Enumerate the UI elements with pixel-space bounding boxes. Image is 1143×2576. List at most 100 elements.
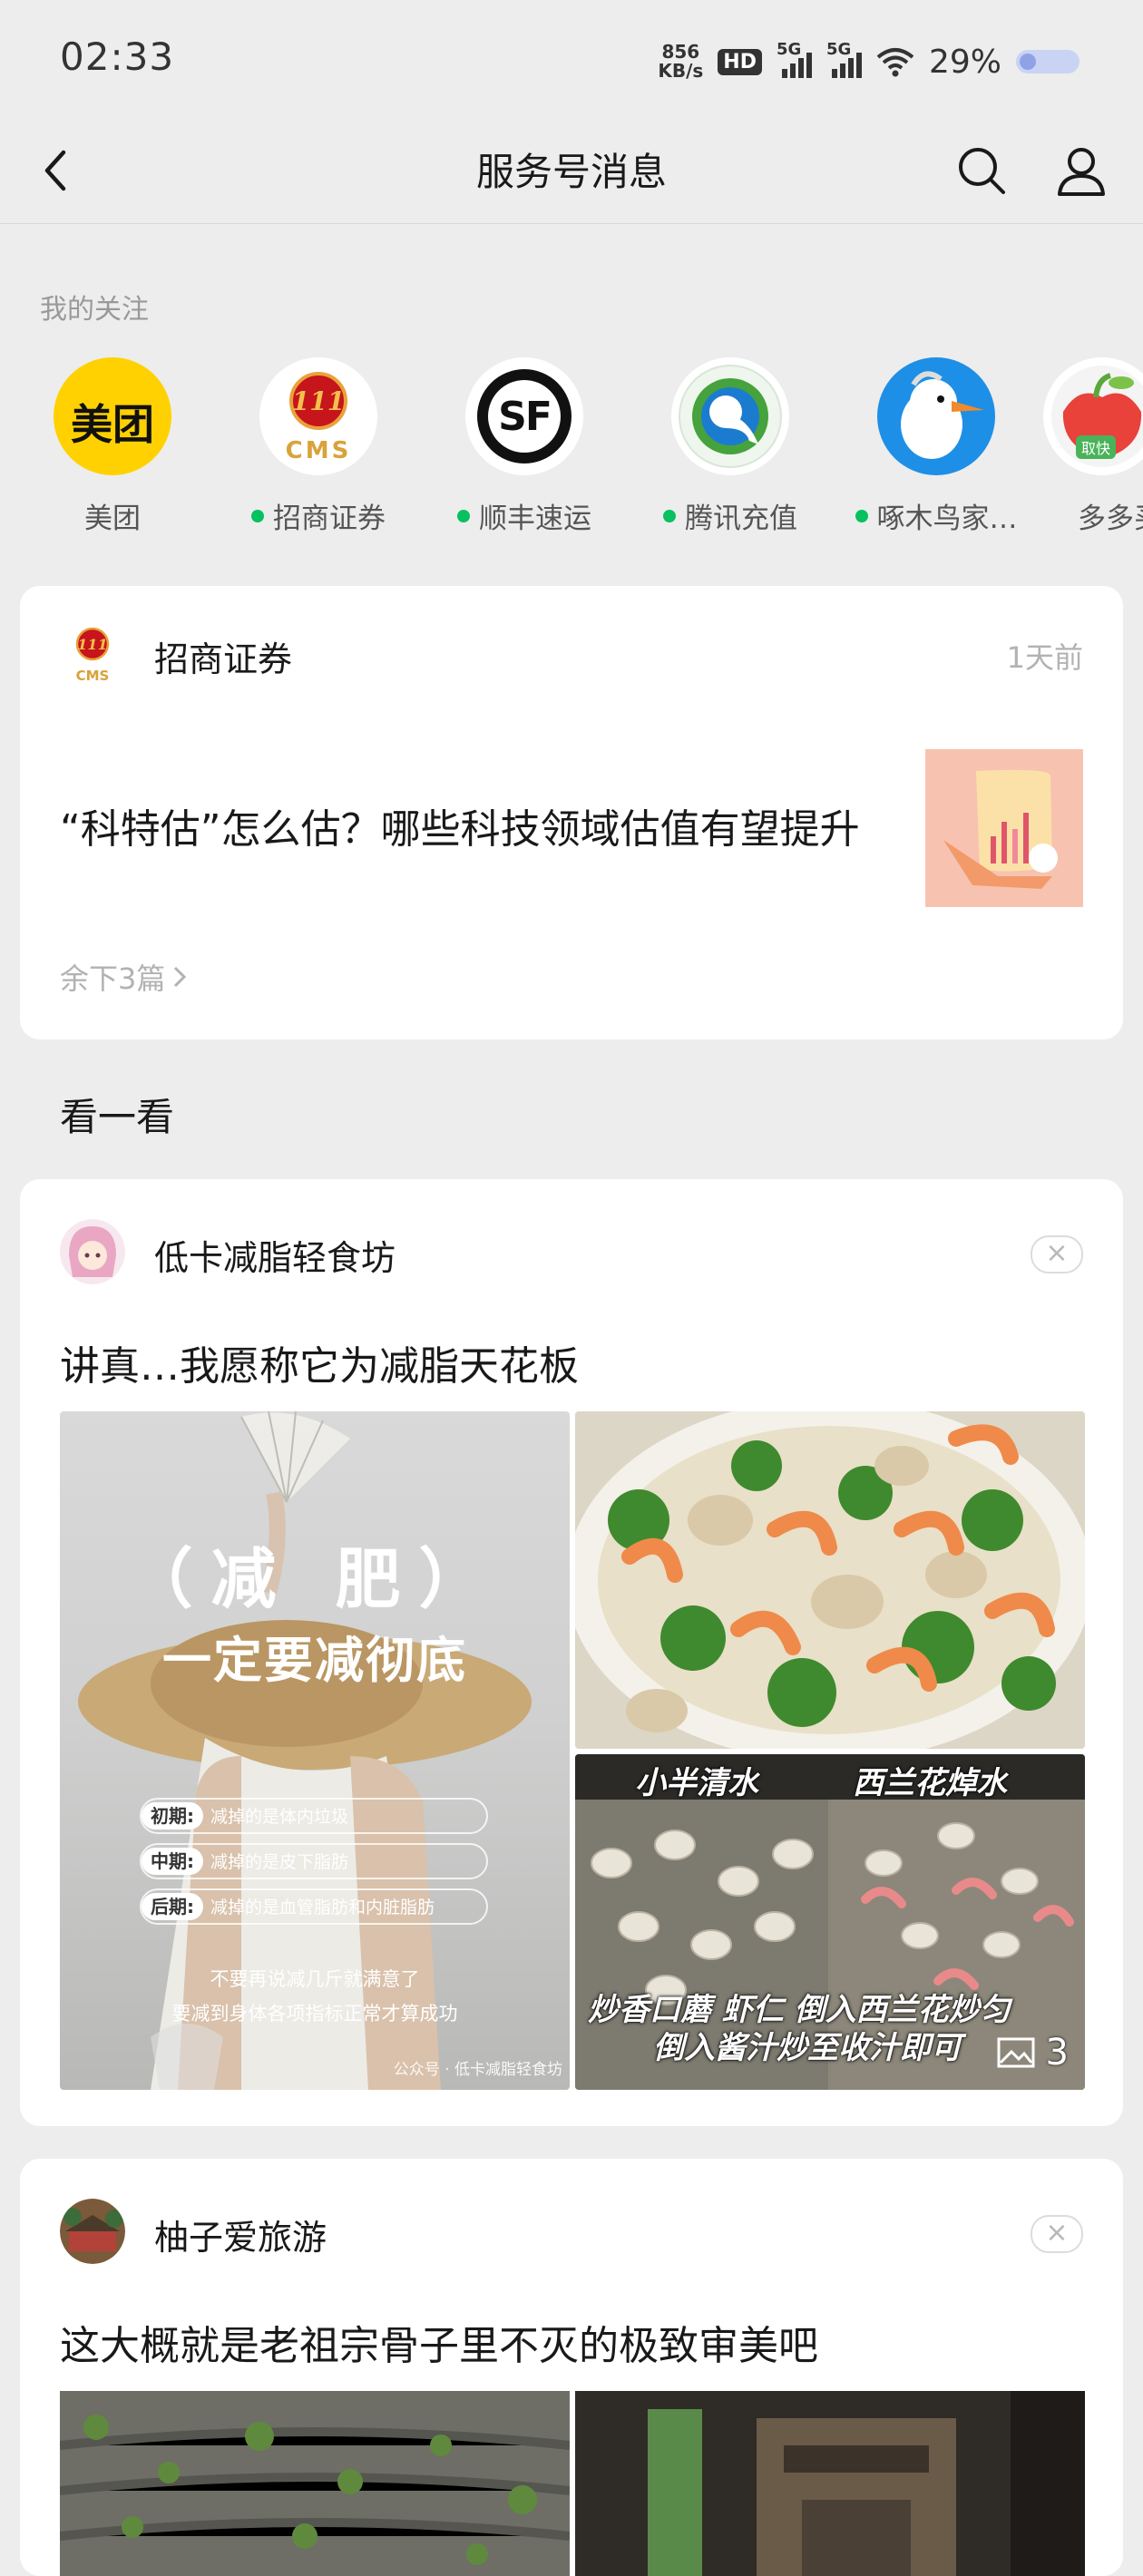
more-articles-link[interactable]: 余下3篇 — [60, 956, 189, 998]
signal-label: 5G — [776, 40, 802, 59]
anime-girl-avatar-icon — [60, 1219, 125, 1284]
tencent-recharge-icon — [679, 365, 782, 468]
headline-1: （减 肥） — [127, 1541, 503, 1617]
shrimp-broccoli-dish-illustration — [575, 1411, 1085, 1749]
svg-text:CMS: CMS — [76, 668, 110, 684]
report-chart-illustration — [925, 749, 1083, 907]
account-tencent-recharge[interactable]: 腾讯充值 — [630, 357, 830, 536]
dismiss-button[interactable]: × — [1031, 1235, 1083, 1273]
section-title: 看一看 — [60, 1095, 175, 1139]
image-count-value: 3 — [1045, 2032, 1069, 2073]
account-name[interactable]: 低卡减脂轻食坊 — [154, 1230, 396, 1280]
profile-icon[interactable] — [1052, 141, 1110, 200]
account-woodpecker[interactable]: 啄木鸟家… — [836, 357, 1036, 536]
message-time: 1天前 — [1006, 640, 1083, 675]
headline-2: 一定要减彻底 — [162, 1632, 467, 1689]
close-icon: × — [1045, 1237, 1069, 1269]
stage-pill-1: 初期: 减掉的是体内垃圾 — [140, 1798, 488, 1834]
account-duoduo[interactable]: 取快 多多买 — [1043, 357, 1143, 536]
signal-label-2: 5G — [826, 40, 852, 59]
temple-photo-avatar-icon — [60, 2199, 125, 2264]
more-articles-label: 余下3篇 — [60, 961, 166, 996]
diet-avatar — [60, 1219, 125, 1284]
account-name[interactable]: 招商证券 — [154, 631, 292, 681]
post-image-1[interactable] — [60, 2391, 570, 2576]
post-image-3[interactable]: 小半清水 西兰花焯水 炒香口蘑 虾仁 倒入西兰花炒匀 倒入酱汁炒至收汁即可 3 — [575, 1754, 1085, 2090]
cms-small-avatar: 111 CMS — [60, 620, 125, 686]
cms-logo-text: CMS — [285, 437, 352, 464]
article-thumbnail[interactable] — [925, 749, 1083, 907]
post-image-2[interactable] — [575, 1411, 1085, 1749]
close-icon: × — [1045, 2217, 1069, 2249]
svg-text:111: 111 — [292, 386, 345, 416]
dismiss-button[interactable]: × — [1031, 2215, 1083, 2253]
account-cms[interactable]: 111 CMS 招商证券 — [219, 357, 418, 536]
duoduo-avatar: 取快 — [1043, 357, 1143, 475]
message-card-cms[interactable]: 111 CMS 招商证券 1天前 “科特估”怎么估？哪些科技领域估值有望提升 余… — [20, 586, 1123, 1039]
cms-avatar: 111 CMS — [259, 357, 377, 475]
svg-text:111: 111 — [77, 636, 107, 653]
nav-bar: 服务号消息 — [0, 118, 1143, 224]
battery-percent: 29% — [928, 43, 1001, 81]
chevron-right-icon — [174, 966, 187, 988]
pdd-logo-text: 取快 — [1076, 435, 1117, 459]
followed-accounts-row: 美团 美团 111 CMS 招商证券 SF 顺丰速运 腾讯充值 啄木鸟家… 取快… — [0, 357, 1143, 548]
follow-section-label: 我的关注 — [40, 294, 149, 326]
stage-pill-3: 后期: 减掉的是血管脂肪和内脏脂肪 — [140, 1888, 488, 1925]
account-sf[interactable]: SF 顺丰速运 — [425, 357, 624, 536]
online-dot — [663, 509, 676, 522]
step-caption-4: 倒入酱汁炒至收汁即可 — [653, 2030, 962, 2066]
stage-tag: 初期: — [142, 1802, 203, 1830]
clock: 02:33 — [60, 34, 175, 79]
roof-tiles-illustration — [60, 2391, 570, 2576]
step-caption-2: 西兰花焯水 — [853, 1765, 1007, 1801]
wifi-icon — [876, 48, 914, 77]
woodpecker-avatar — [877, 357, 995, 475]
online-dot — [457, 509, 470, 522]
search-icon[interactable] — [952, 141, 1011, 200]
recommend-card-travel[interactable]: 柚子爱旅游 × 这大概就是老祖宗骨子里不灭的极致审美吧 — [20, 2159, 1123, 2576]
account-name: 美团 — [84, 503, 141, 535]
account-name: 多多买 — [1078, 503, 1143, 535]
account-name: 招商证券 — [273, 503, 386, 535]
tencent-avatar — [671, 357, 789, 475]
post-image-2[interactable] — [575, 2391, 1085, 2576]
sf-avatar: SF — [465, 357, 583, 475]
account-name[interactable]: 柚子爱旅游 — [154, 2210, 327, 2259]
signal-icon: 5G — [777, 40, 812, 78]
article-title[interactable]: “科特估”怎么估？哪些科技领域估值有望提升 — [60, 796, 860, 854]
post-title[interactable]: 讲真…我愿称它为减脂天花板 — [60, 1333, 579, 1391]
woodpecker-bird-icon — [901, 371, 984, 459]
image-count: 3 — [997, 2032, 1069, 2073]
meituan-logo-text: 美团 — [71, 400, 154, 449]
stage-text: 减掉的是体内垃圾 — [210, 1807, 349, 1827]
temple-building-illustration — [575, 2391, 1085, 2576]
account-name: 啄木鸟家… — [876, 503, 1018, 535]
network-speed-unit: KB/s — [658, 60, 704, 82]
battery-icon — [1016, 50, 1080, 73]
post-title[interactable]: 这大概就是老祖宗骨子里不灭的极致审美吧 — [60, 2313, 818, 2371]
stage-tag: 后期: — [142, 1893, 203, 1920]
stage-pill-2: 中期: 减掉的是皮下脂肪 — [140, 1843, 488, 1879]
network-speed-value: 856 — [661, 41, 700, 63]
stage-tag: 中期: — [142, 1848, 203, 1875]
online-dot — [855, 509, 868, 522]
online-dot — [251, 509, 264, 522]
watermark: 公众号 · 低卡减脂轻食坊 — [393, 2061, 562, 2079]
status-icons: 856 KB/s HD 5G 5G 29% — [658, 34, 1080, 89]
image-footer-2: 要减到身体各项指标正常才算成功 — [171, 2003, 458, 2025]
hd-icon: HD — [718, 48, 762, 75]
image-stack-icon — [997, 2037, 1035, 2068]
recommend-card-diet[interactable]: 低卡减脂轻食坊 × 讲真…我愿称它为减脂天花板 （减 肥） 一定要减彻底 初期:… — [20, 1179, 1123, 2126]
status-bar: 02:33 856 KB/s HD 5G 5G 29% — [0, 0, 1143, 118]
account-meituan[interactable]: 美团 美团 — [13, 357, 212, 536]
signal-icon-2: 5G — [826, 40, 862, 78]
step-caption-1: 小半清水 — [635, 1765, 758, 1801]
post-image-1[interactable]: （减 肥） 一定要减彻底 初期: 减掉的是体内垃圾 中期: 减掉的是皮下脂肪 后期:… — [60, 1411, 570, 2090]
image-footer-1: 不要再说减几斤就满意了 — [210, 1968, 420, 1990]
sf-logo-text: SF — [498, 394, 552, 440]
cms-logo-icon: 111 CMS — [76, 627, 110, 684]
travel-avatar — [60, 2199, 125, 2264]
account-name: 腾讯充值 — [685, 503, 797, 535]
stage-text: 减掉的是血管脂肪和内脏脂肪 — [210, 1898, 435, 1917]
